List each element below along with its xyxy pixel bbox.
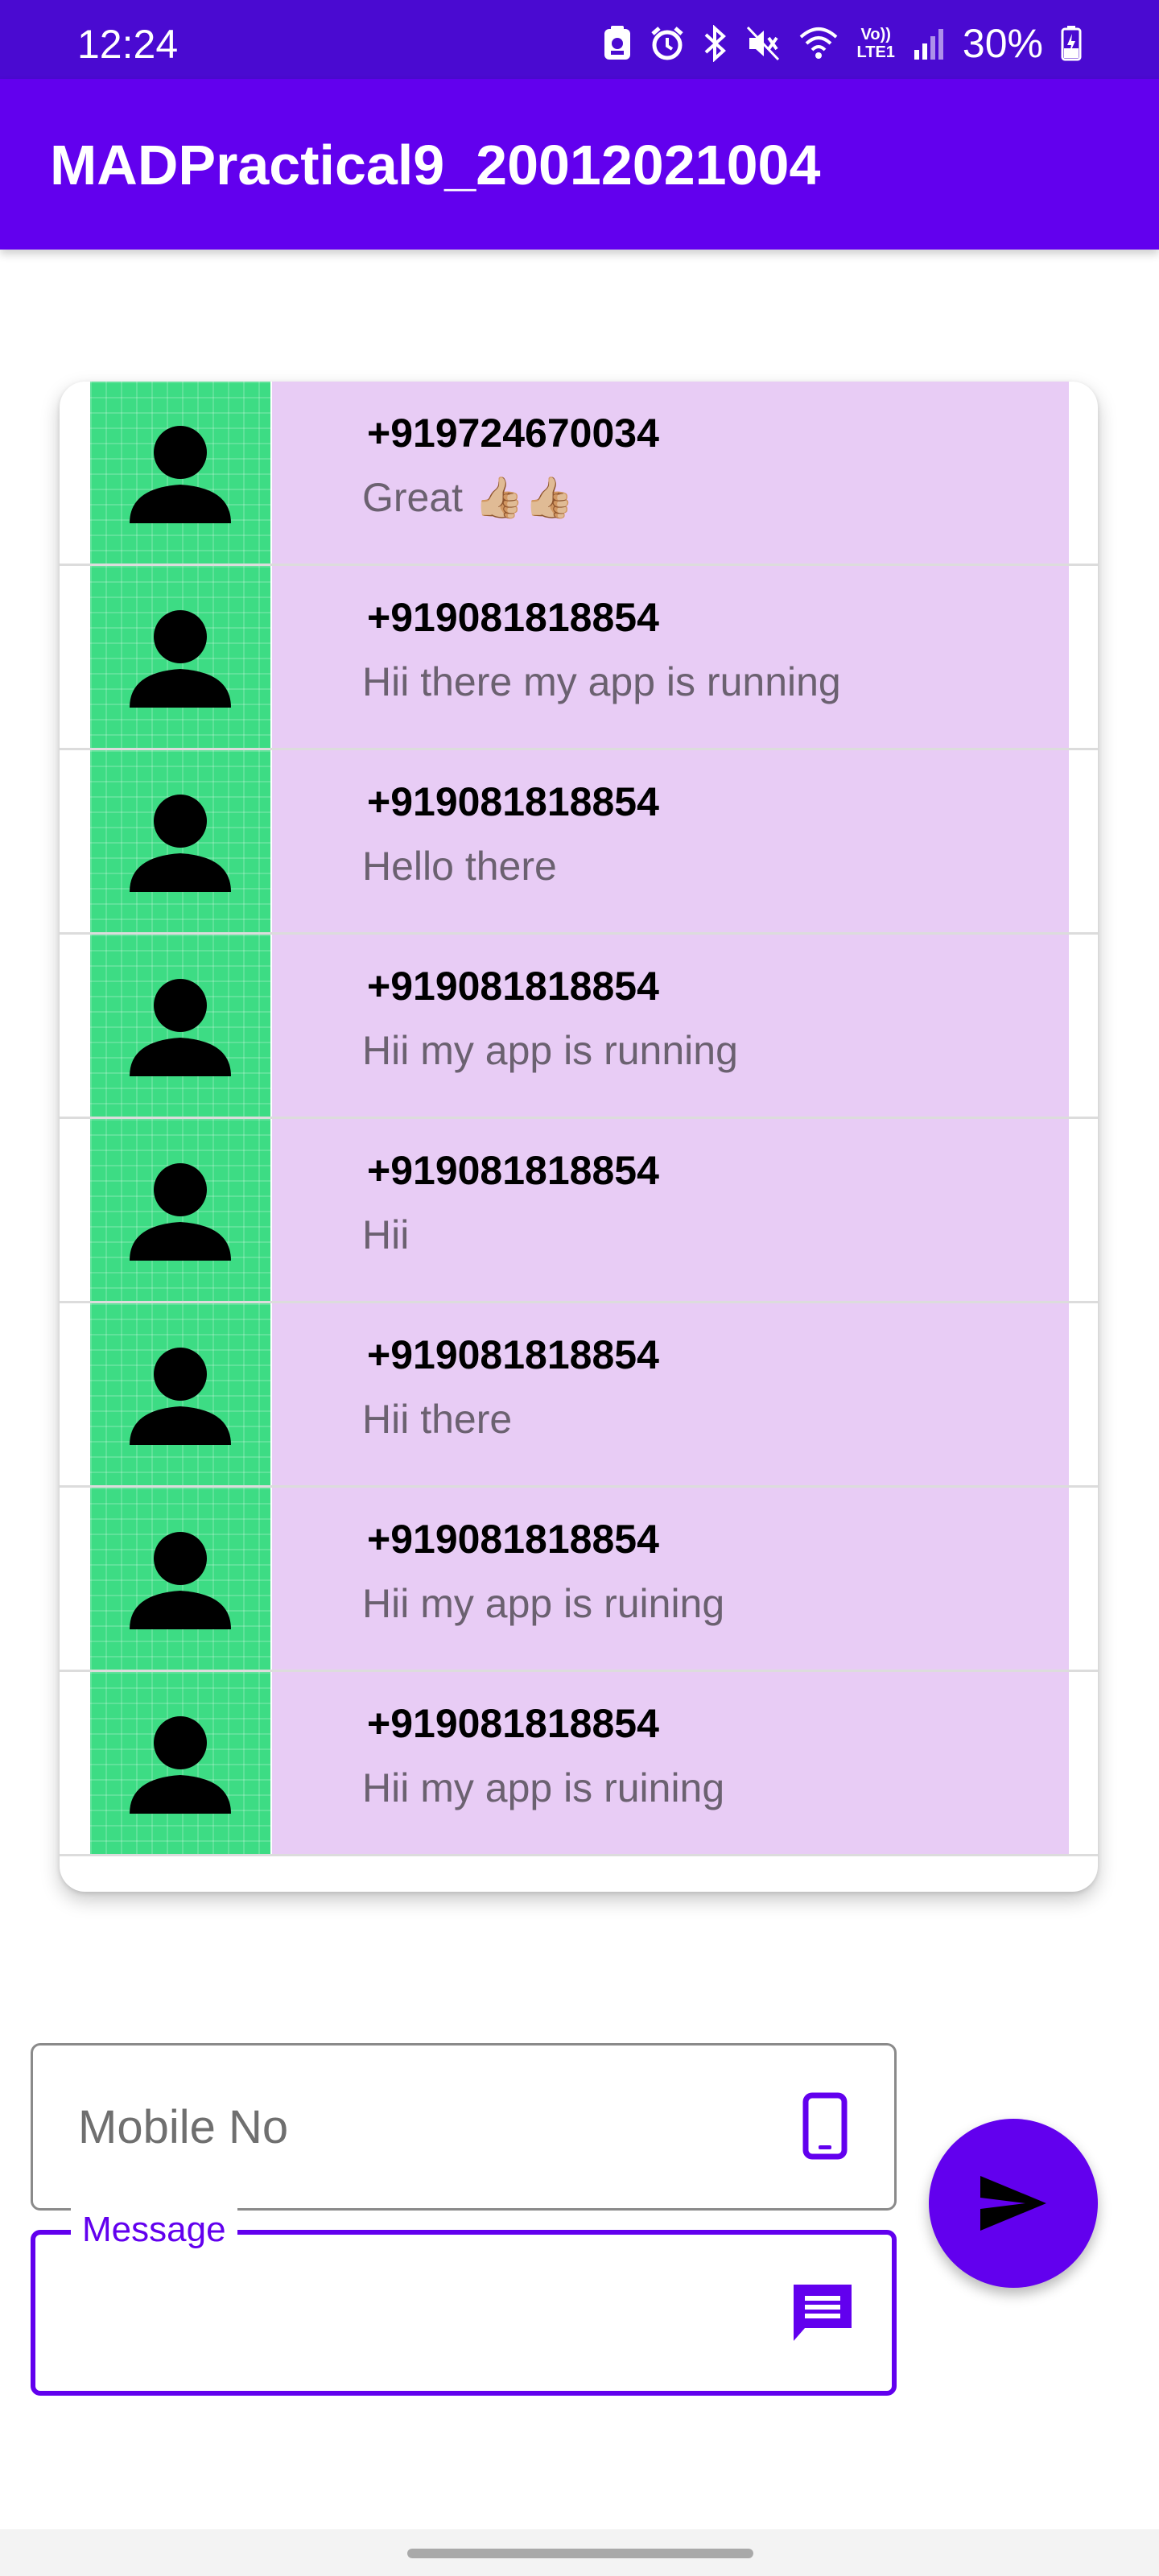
alarm-icon <box>650 26 685 61</box>
person-icon <box>130 1532 231 1629</box>
sms-content: +919081818854 Hello there <box>272 750 1069 932</box>
sms-message-text: Great 👍🏼👍🏼 <box>362 475 575 520</box>
sms-sender-number: +919081818854 <box>367 779 659 824</box>
avatar <box>90 382 270 564</box>
wifi-icon <box>798 26 839 61</box>
message-input[interactable]: Message <box>31 2206 897 2396</box>
sms-message-text: Hii there my app is running <box>362 659 841 704</box>
person-icon <box>130 1716 231 1814</box>
send-button[interactable] <box>929 2119 1098 2288</box>
person-icon <box>130 795 231 892</box>
home-gesture-handle[interactable] <box>407 2549 753 2558</box>
sms-list-item[interactable]: +919081818854 Hii my app is running <box>60 935 1098 1119</box>
battery-percent: 30% <box>962 21 1043 66</box>
mobile-number-placeholder: Mobile No <box>78 2101 289 2153</box>
app-title: MADPractical9_20012021004 <box>50 134 821 196</box>
sms-list-item[interactable]: +919081818854 Hii there my app is runnin… <box>60 566 1098 750</box>
sms-content: +919081818854 Hii my app is ruining <box>272 1488 1069 1670</box>
person-icon <box>130 1348 231 1445</box>
app-bar: MADPractical9_20012021004 <box>0 79 1159 250</box>
avatar <box>90 1119 270 1301</box>
person-icon <box>130 1163 231 1261</box>
sms-content: +919724670034 Great 👍🏼👍🏼 <box>272 382 1069 564</box>
sms-content: +919081818854 Hii there <box>272 1303 1069 1485</box>
sms-list-card[interactable]: +919724670034 Great 👍🏼👍🏼 +919081818854 H… <box>60 382 1098 1892</box>
signal-icon <box>913 26 945 61</box>
sms-sender-number: +919724670034 <box>367 411 659 456</box>
sms-list-item[interactable]: +919081818854 Hii my app is ruining <box>60 1488 1098 1672</box>
sms-content: +919081818854 Hii my app is running <box>272 935 1069 1117</box>
sms-list-item[interactable]: +919724670034 Great 👍🏼👍🏼 <box>60 382 1098 566</box>
sms-content: +919081818854 Hii my app is ruining <box>272 1672 1069 1854</box>
avatar <box>90 1672 270 1854</box>
sms-content: +919081818854 Hii there my app is runnin… <box>272 566 1069 748</box>
person-icon <box>130 979 231 1076</box>
sms-message-text: Hello there <box>362 844 557 889</box>
volte-label-top: Vo)) <box>860 26 891 43</box>
battery-charging-icon <box>1061 26 1082 61</box>
message-label: Message <box>71 2206 237 2254</box>
avatar <box>90 1488 270 1670</box>
avatar <box>90 566 270 748</box>
smartphone-icon <box>802 2092 848 2164</box>
person-icon <box>130 426 231 523</box>
sms-sender-number: +919081818854 <box>367 1517 659 1562</box>
bluetooth-icon <box>703 25 728 62</box>
sms-list-item[interactable]: +919081818854 Hii my app is ruining <box>60 1672 1098 1856</box>
sms-sender-number: +919081818854 <box>367 964 659 1009</box>
app-notification-icon <box>603 26 632 61</box>
sms-message-text: Hii there <box>362 1397 513 1442</box>
avatar <box>90 1303 270 1485</box>
mute-icon <box>746 26 780 61</box>
sms-sender-number: +919081818854 <box>367 595 659 640</box>
sms-list[interactable]: +919724670034 Great 👍🏼👍🏼 +919081818854 H… <box>60 382 1098 1856</box>
status-bar: 12:24 Vo)) LTE1 30% <box>0 0 1159 79</box>
sms-message-text: Hii <box>362 1212 410 1257</box>
avatar <box>90 750 270 932</box>
avatar <box>90 935 270 1117</box>
sms-content: +919081818854 Hii <box>272 1119 1069 1301</box>
sms-sender-number: +919081818854 <box>367 1332 659 1377</box>
status-icons: Vo)) LTE1 30% <box>603 18 1083 69</box>
sms-sender-number: +919081818854 <box>367 1148 659 1193</box>
sms-message-text: Hii my app is running <box>362 1028 738 1073</box>
sms-list-item[interactable]: +919081818854 Hello there <box>60 750 1098 935</box>
sms-list-item[interactable]: +919081818854 Hii there <box>60 1303 1098 1488</box>
navigation-bar <box>0 2529 1159 2576</box>
sms-list-item[interactable]: +919081818854 Hii <box>60 1119 1098 1303</box>
volte-label-bottom: LTE1 <box>856 43 895 61</box>
send-icon <box>980 2176 1046 2231</box>
person-icon <box>130 610 231 708</box>
message-icon <box>789 2280 856 2351</box>
mobile-number-input[interactable]: Mobile No <box>31 2043 897 2211</box>
status-time: 12:24 <box>77 22 179 67</box>
sms-sender-number: +919081818854 <box>367 1701 659 1746</box>
sms-message-text: Hii my app is ruining <box>362 1765 725 1810</box>
volte-icon: Vo)) LTE1 <box>857 26 895 61</box>
sms-message-text: Hii my app is ruining <box>362 1581 725 1626</box>
